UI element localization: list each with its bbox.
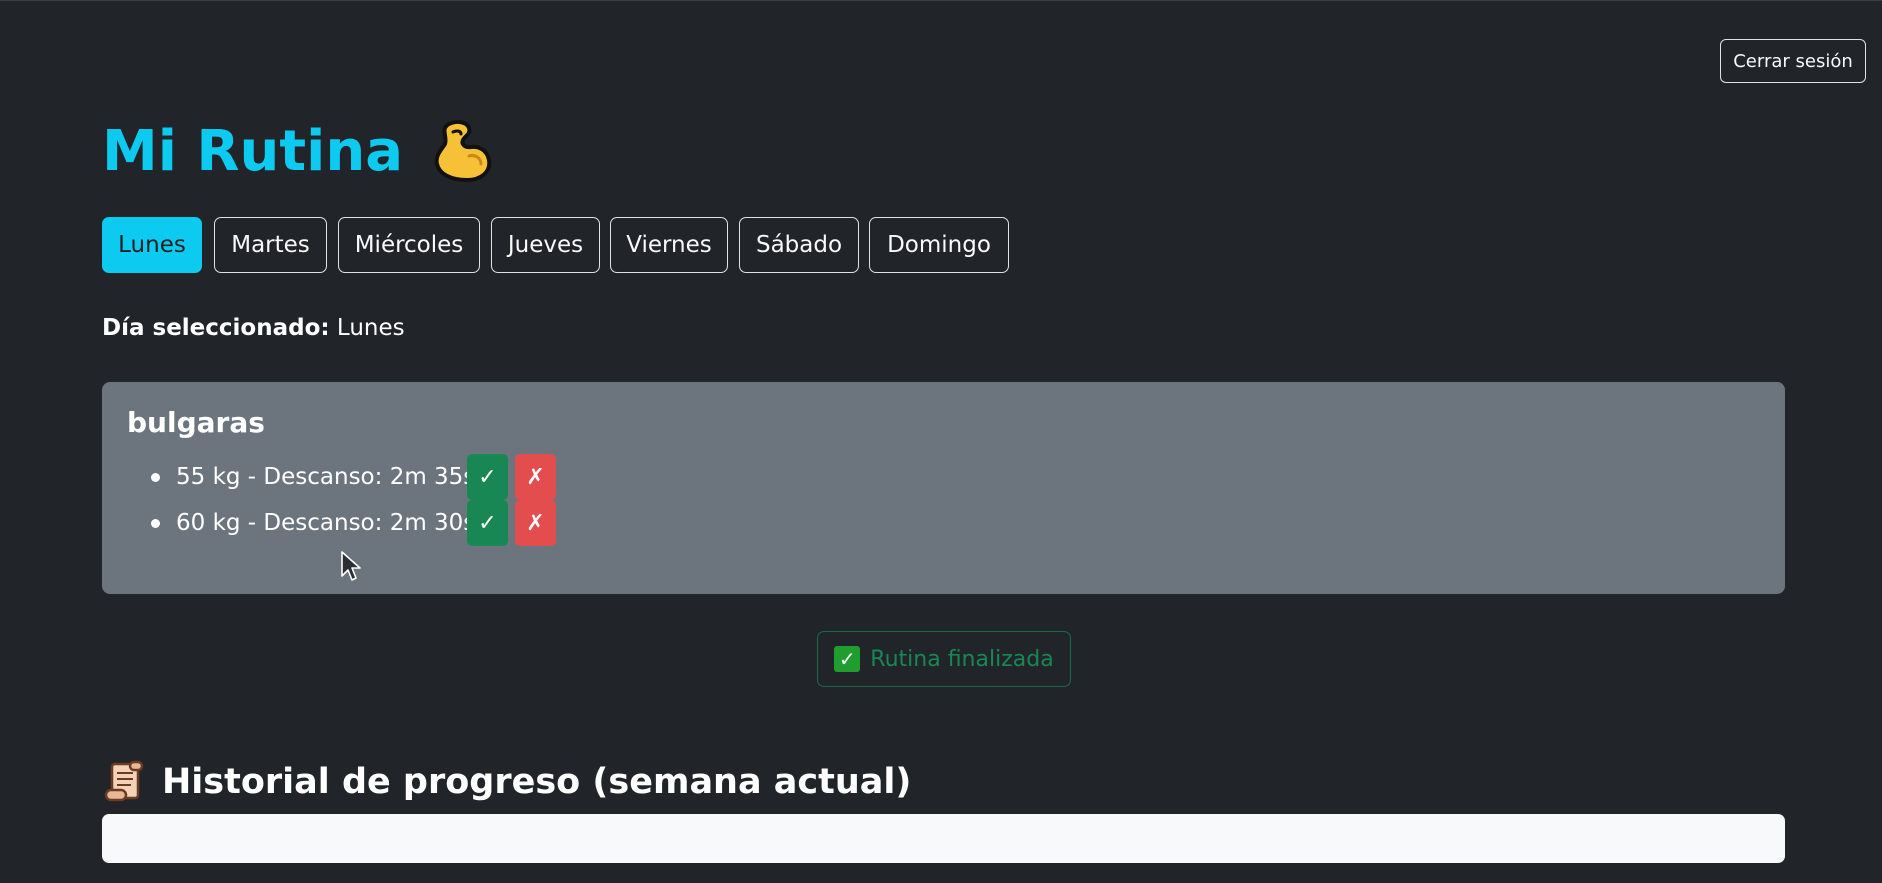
tab-jueves[interactable]: Jueves [491, 217, 600, 273]
tab-martes[interactable]: Martes [214, 217, 327, 273]
finish-routine-button[interactable]: ✓ Rutina finalizada [817, 631, 1071, 687]
set-row: 55 kg - Descanso: 2m 35s ✓ ✗ [127, 454, 563, 500]
flexed-biceps-icon [434, 119, 492, 182]
history-panel [102, 814, 1785, 863]
mouse-cursor-icon [341, 551, 361, 581]
tab-lunes[interactable]: Lunes [102, 217, 202, 273]
mark-done-button[interactable]: ✓ [467, 454, 508, 500]
tab-viernes[interactable]: Viernes [610, 217, 728, 273]
bullet-icon [151, 472, 160, 482]
tab-domingo[interactable]: Domingo [869, 217, 1009, 273]
mark-done-button[interactable]: ✓ [467, 500, 508, 546]
selected-day-label: Día seleccionado: [102, 315, 330, 341]
page-title: Mi Rutina [102, 111, 497, 191]
mark-failed-button[interactable]: ✗ [515, 454, 556, 500]
set-text: 55 kg - Descanso: 2m 35s [176, 464, 476, 490]
app-page: Cerrar sesión Mi Rutina Lunes Martes Mié… [0, 0, 1882, 883]
check-mark-button-icon: ✓ [834, 646, 861, 672]
set-row: 60 kg - Descanso: 2m 30s ✓ ✗ [127, 500, 563, 546]
logout-button[interactable]: Cerrar sesión [1720, 39, 1866, 83]
finish-routine-label: Rutina finalizada [870, 646, 1054, 672]
exercise-name: bulgaras [127, 406, 265, 439]
mark-failed-button[interactable]: ✗ [515, 500, 556, 546]
tab-sabado[interactable]: Sábado [739, 217, 859, 273]
selected-day-value: Lunes [336, 315, 405, 341]
history-title: Historial de progreso (semana actual) [102, 757, 911, 807]
set-text: 60 kg - Descanso: 2m 30s [176, 510, 476, 536]
page-title-text: Mi Rutina [102, 118, 404, 184]
bullet-icon [151, 518, 160, 528]
history-title-text: Historial de progreso (semana actual) [162, 762, 912, 802]
scroll-icon [104, 760, 144, 802]
selected-day-line: Día seleccionado: Lunes [102, 315, 405, 341]
tab-miercoles[interactable]: Miércoles [338, 217, 480, 273]
